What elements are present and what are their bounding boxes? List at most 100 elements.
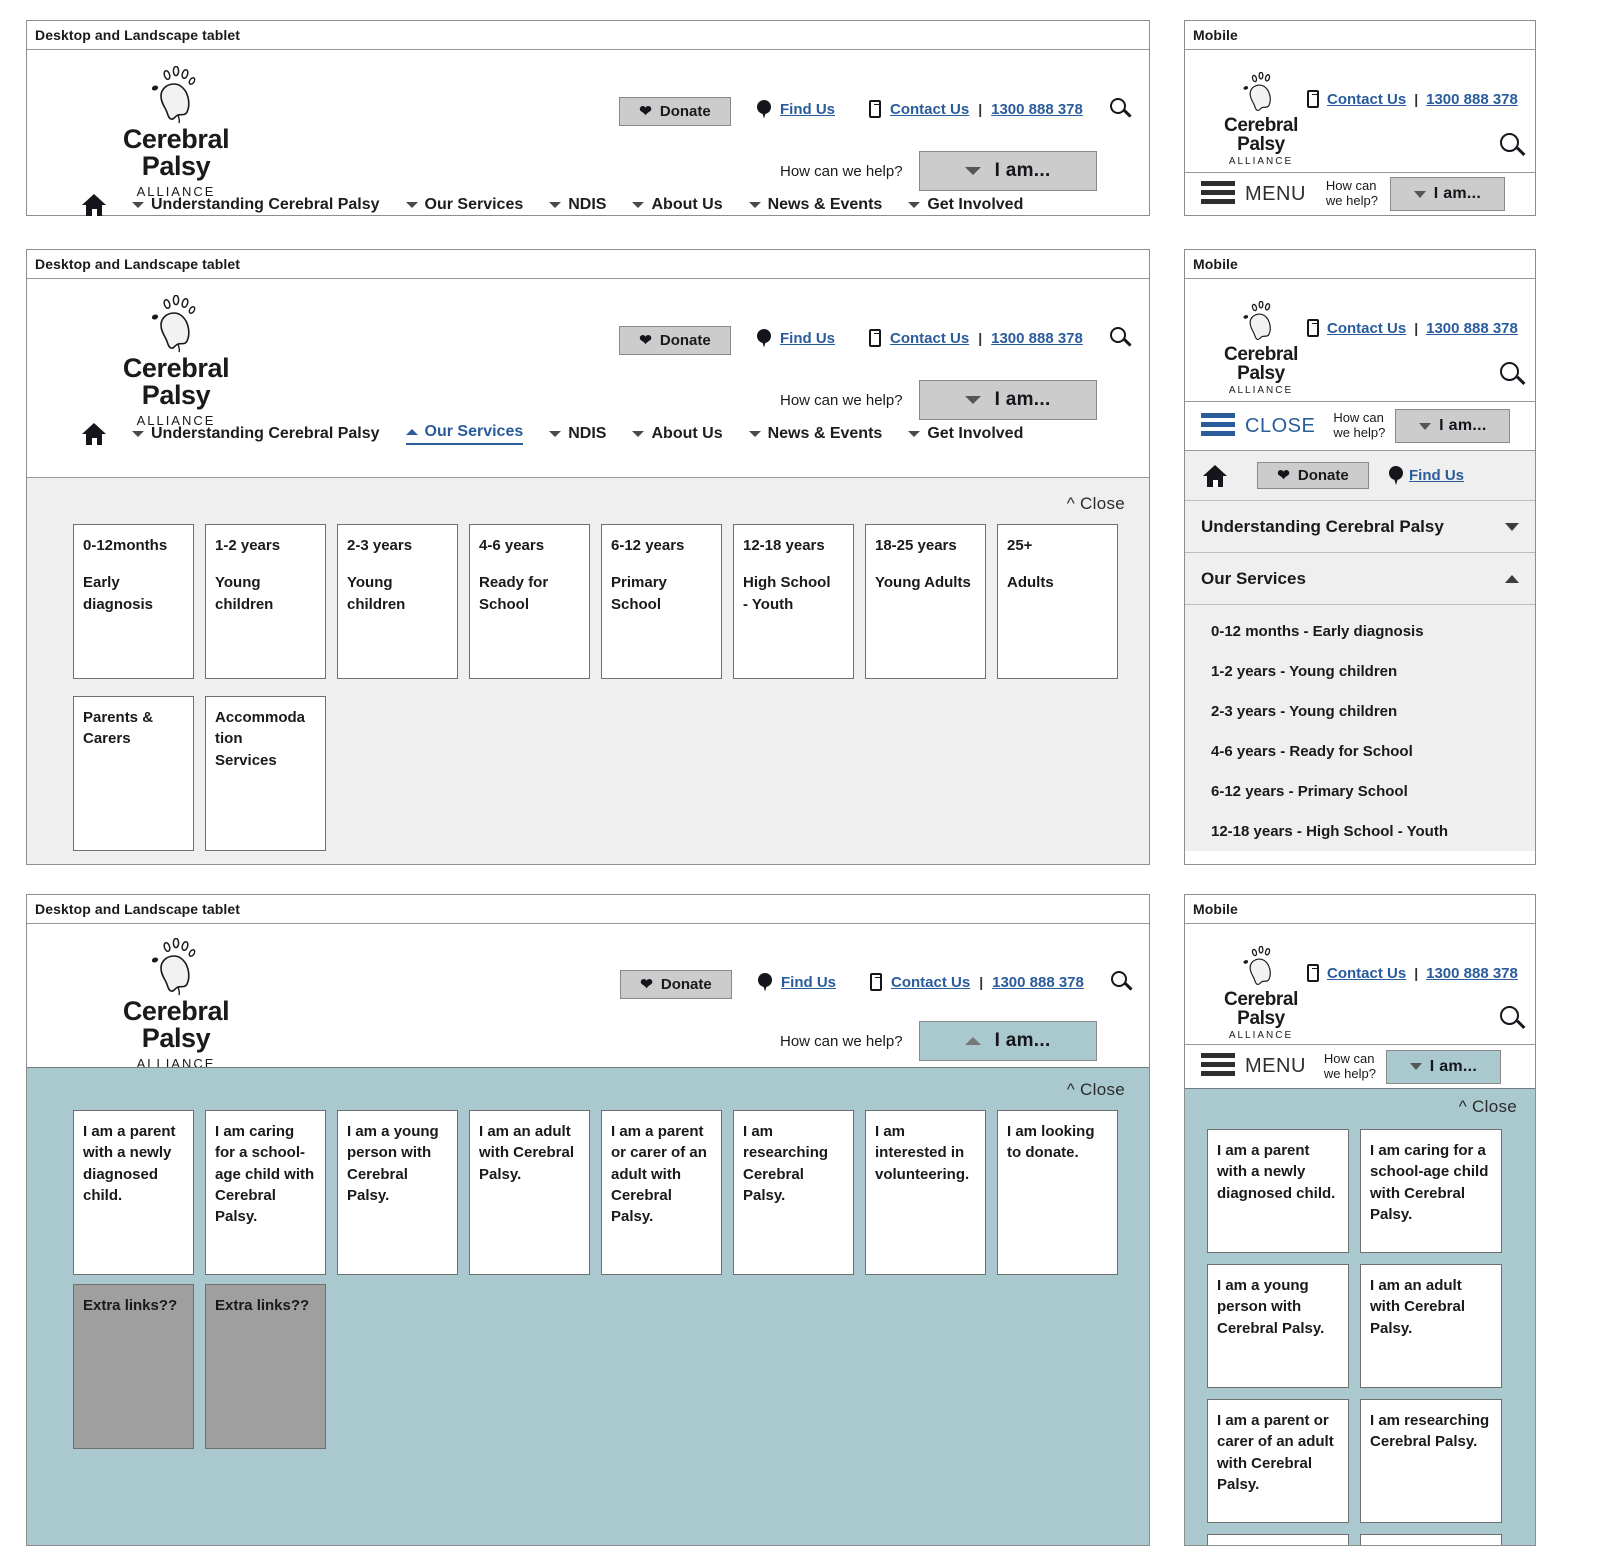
home-icon[interactable] [82,194,106,216]
find-us-link[interactable]: Find Us [780,330,835,347]
i-am-card[interactable]: I am an adult with Cerebral Palsy. [1360,1264,1502,1388]
i-am-card[interactable]: I am caring for a school-age child with … [205,1110,326,1275]
nav-item-ndis[interactable]: NDIS [549,196,606,214]
i-am-card[interactable]: I am looking to donate. [997,1110,1118,1275]
extra-links-placeholder[interactable]: Extra links?? [73,1284,194,1449]
nav-item-news-events[interactable]: News & Events [748,196,882,214]
contact-us-link[interactable]: Contact Us [1327,91,1406,108]
contact-us-link[interactable]: Contact Us [1327,965,1406,982]
accordion-understanding-cerebral-palsy[interactable]: Understanding Cerebral Palsy [1185,501,1535,553]
accordion-list-item[interactable]: 6-12 years - Primary School [1185,771,1535,811]
search-icon[interactable] [1500,362,1526,388]
i-am-card[interactable]: I am a parent with a newly diagnosed chi… [73,1110,194,1275]
i-am-dropdown-button[interactable]: I am... [918,1021,1097,1061]
service-card[interactable]: Accommoda tion Services [205,696,326,851]
accordion-list-item[interactable]: 1-2 years - Young children [1185,651,1535,691]
logo[interactable]: Cerebral Palsy ALLIANCE [1199,72,1323,167]
service-card[interactable]: 18-25 years Young Adults [865,524,986,679]
nav-item-understanding[interactable]: Understanding Cerebral Palsy [132,425,380,443]
i-am-card[interactable]: I am a young person with Cerebral Palsy. [337,1110,458,1275]
service-card[interactable]: 4-6 years Ready for School [469,524,590,679]
accordion-our-services[interactable]: Our Services [1185,553,1535,605]
i-am-dropdown-button[interactable]: I am... [918,151,1097,191]
search-icon[interactable] [1109,327,1132,349]
service-card[interactable]: 25+ Adults [997,524,1118,679]
logo[interactable]: Cerebral Palsy ALLIANCE [1199,301,1323,396]
close-dropdown-link[interactable]: ^ Close [1067,494,1125,514]
phone-number-link[interactable]: 1300 888 378 [991,330,1083,347]
nav-item-about-us[interactable]: About Us [632,425,723,443]
accordion-list-item[interactable]: 0-12 months - Early diagnosis [1185,611,1535,651]
close-dropdown-link[interactable]: ^ Close [1459,1097,1517,1117]
service-card[interactable]: 1-2 years Young children [205,524,326,679]
extra-links-placeholder[interactable]: Extra links?? [205,1284,326,1449]
i-am-dropdown-button[interactable]: I am... [1385,1049,1501,1084]
nav-item-understanding[interactable]: Understanding Cerebral Palsy [132,196,380,214]
i-am-card[interactable]: I am a young person with Cerebral Palsy. [1207,1264,1349,1388]
service-card[interactable]: Parents & Carers [73,696,194,851]
nav-item-our-services[interactable]: Our Services [405,423,524,445]
phone-number-link[interactable]: 1300 888 378 [1426,320,1518,337]
menu-label[interactable]: MENU [1245,183,1306,206]
home-icon[interactable] [82,423,106,445]
menu-label[interactable]: MENU [1245,1055,1306,1078]
nav-item-our-services[interactable]: Our Services [405,196,523,214]
i-am-card[interactable]: I am a parent with a newly diagnosed chi… [1207,1129,1349,1253]
logo[interactable]: Cerebral Palsy ALLIANCE [91,938,261,1070]
service-card[interactable]: 0-12months Early diagnosis [73,524,194,679]
i-am-dropdown-button[interactable]: I am... [1389,177,1505,211]
phone-number-link[interactable]: 1300 888 378 [1426,91,1518,108]
nav-item-get-involved[interactable]: Get Involved [908,425,1023,443]
phone-number-link[interactable]: 1300 888 378 [1426,965,1518,982]
find-us-link[interactable]: Find Us [780,101,835,118]
i-am-card[interactable]: I am looking to [1360,1534,1502,1545]
i-am-card[interactable]: I am an adult with Cerebral Palsy. [469,1110,590,1275]
phone-number-link[interactable]: 1300 888 378 [991,101,1083,118]
contact-us-link[interactable]: Contact Us [891,974,970,991]
donate-button[interactable]: ❤ Donate [619,97,731,126]
nav-item-news-events[interactable]: News & Events [748,425,882,443]
search-icon[interactable] [1110,971,1133,993]
phone-number-link[interactable]: 1300 888 378 [992,974,1084,991]
hamburger-menu-icon[interactable] [1201,180,1235,208]
nav-item-get-involved[interactable]: Get Involved [908,196,1023,214]
search-icon[interactable] [1500,133,1526,159]
contact-us-link[interactable]: Contact Us [890,101,969,118]
hamburger-menu-icon[interactable] [1201,412,1235,440]
search-icon[interactable] [1500,1006,1526,1032]
accordion-list-item[interactable]: 4-6 years - Ready for School [1185,731,1535,771]
donate-button[interactable]: ❤ Donate [620,970,732,999]
accordion-list-item[interactable]: 2-3 years - Young children [1185,691,1535,731]
contact-us-link[interactable]: Contact Us [890,330,969,347]
close-menu-label[interactable]: CLOSE [1245,415,1315,438]
i-am-card[interactable]: I am caring for a school-age child with … [1360,1129,1502,1253]
i-am-card[interactable]: I am a parent or carer of an adult with … [1207,1399,1349,1523]
find-us-link[interactable]: Find Us [781,974,836,991]
close-dropdown-link[interactable]: ^ Close [1067,1080,1125,1100]
nav-label: Understanding Cerebral Palsy [151,196,380,213]
i-am-dropdown-button[interactable]: I am... [918,380,1097,420]
i-am-card[interactable]: I am researching Cerebral Palsy. [733,1110,854,1275]
i-am-dropdown-button[interactable]: I am... [1395,409,1511,443]
home-icon[interactable] [1203,464,1227,487]
logo[interactable]: Cerebral Palsy ALLIANCE [91,66,261,198]
find-us-link[interactable]: Find Us [1409,467,1464,484]
nav-item-ndis[interactable]: NDIS [549,425,606,443]
donate-button[interactable]: ❤ Donate [619,326,731,355]
contact-us-link[interactable]: Contact Us [1327,320,1406,337]
hamburger-menu-icon[interactable] [1201,1053,1235,1080]
i-am-card[interactable]: I am interested in volunteering. [865,1110,986,1275]
service-card[interactable]: 2-3 years Young children [337,524,458,679]
donate-button[interactable]: ❤ Donate [1257,462,1369,489]
i-am-card[interactable]: I am a parent or carer of an adult with … [601,1110,722,1275]
i-am-card[interactable]: I am interested [1207,1534,1349,1545]
logo[interactable]: Cerebral Palsy ALLIANCE [1199,946,1323,1041]
i-am-card[interactable]: I am researching Cerebral Palsy. [1360,1399,1502,1523]
accordion-list-item[interactable]: 12-18 years - High School - Youth [1185,811,1535,851]
service-card[interactable]: 12-18 years High School - Youth [733,524,854,679]
logo[interactable]: Cerebral Palsy ALLIANCE [91,295,261,427]
handprint-australia-logo-icon [151,66,196,124]
search-icon[interactable] [1109,98,1132,120]
service-card[interactable]: 6-12 years Primary School [601,524,722,679]
nav-item-about-us[interactable]: About Us [632,196,723,214]
